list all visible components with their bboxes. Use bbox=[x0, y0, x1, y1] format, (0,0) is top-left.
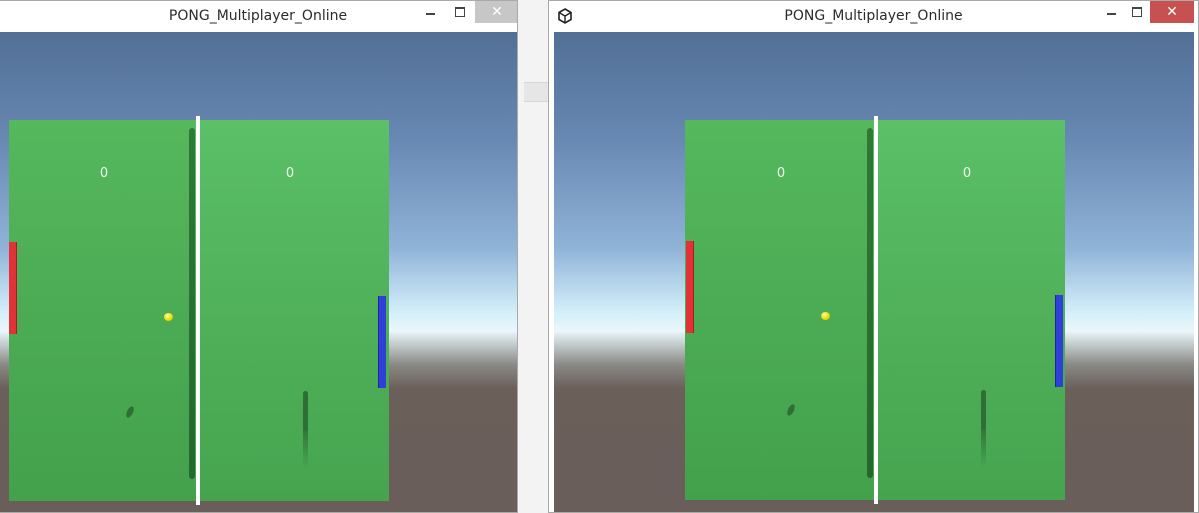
minimize-icon bbox=[1106, 13, 1116, 15]
close-icon: ✕ bbox=[1166, 4, 1178, 20]
close-button[interactable]: ✕ bbox=[475, 1, 517, 23]
paddle-shadow-fade bbox=[303, 429, 308, 469]
game-viewport[interactable]: 0 0 bbox=[554, 32, 1194, 512]
score-left: 0 bbox=[776, 166, 786, 181]
red-paddle bbox=[686, 241, 694, 333]
score-right: 0 bbox=[285, 166, 295, 181]
pong-court: 0 0 bbox=[685, 116, 1065, 504]
score-left: 0 bbox=[99, 166, 109, 181]
maximize-icon bbox=[455, 7, 465, 17]
minimize-button[interactable] bbox=[417, 1, 443, 23]
center-net bbox=[196, 116, 200, 505]
paddle-shadow-fade bbox=[981, 428, 986, 468]
pong-court: 0 0 bbox=[9, 116, 389, 505]
game-viewport[interactable]: 0 0 bbox=[0, 32, 517, 512]
score-right: 0 bbox=[962, 166, 972, 181]
close-button[interactable]: ✕ bbox=[1150, 1, 1194, 23]
paddle-shadow bbox=[981, 390, 986, 430]
background-strip bbox=[524, 82, 548, 102]
ball bbox=[164, 313, 173, 321]
close-icon: ✕ bbox=[491, 4, 503, 20]
minimize-icon bbox=[425, 13, 435, 15]
game-window-left[interactable]: PONG_Multiplayer_Online ✕ 0 0 bbox=[0, 0, 518, 513]
maximize-icon bbox=[1132, 7, 1142, 17]
desktop-gap bbox=[518, 0, 548, 513]
paddle-shadow bbox=[303, 391, 308, 431]
title-bar[interactable]: PONG_Multiplayer_Online ✕ bbox=[549, 1, 1198, 32]
minimize-button[interactable] bbox=[1098, 1, 1124, 23]
red-paddle bbox=[9, 242, 17, 334]
blue-paddle bbox=[1055, 295, 1063, 387]
center-net bbox=[874, 116, 878, 504]
game-window-right[interactable]: PONG_Multiplayer_Online ✕ 0 0 bbox=[548, 0, 1199, 513]
maximize-button[interactable] bbox=[1124, 1, 1150, 23]
blue-paddle bbox=[378, 296, 386, 388]
ball bbox=[821, 312, 830, 320]
title-bar[interactable]: PONG_Multiplayer_Online ✕ bbox=[0, 1, 517, 32]
net-shadow bbox=[867, 128, 873, 478]
net-shadow bbox=[189, 128, 195, 479]
maximize-button[interactable] bbox=[447, 1, 473, 23]
